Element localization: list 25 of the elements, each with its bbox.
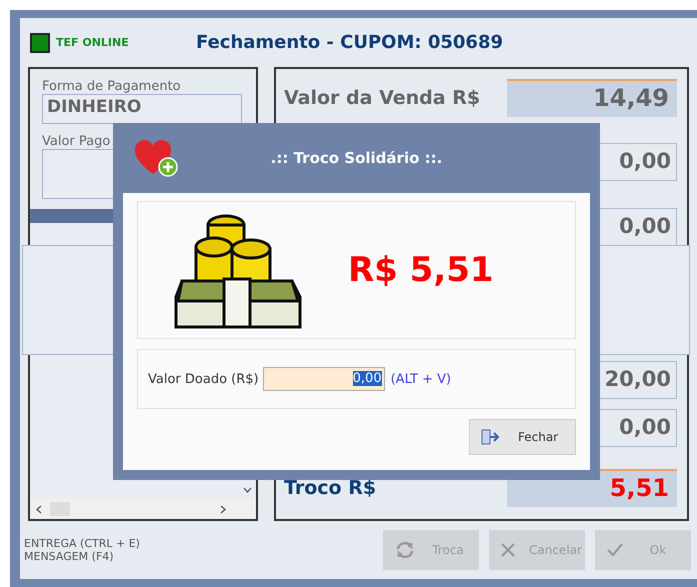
shortcut-hint: (ALT + V) bbox=[390, 372, 452, 386]
horizontal-scrollbar[interactable] bbox=[30, 499, 256, 519]
swap-icon bbox=[395, 541, 415, 559]
heart-plus-icon bbox=[133, 138, 179, 178]
window-title: Fechamento - CUPOM: 050689 bbox=[196, 32, 504, 53]
total-value: 14,49 bbox=[507, 79, 677, 117]
total-label: Valor da Venda R$ bbox=[284, 87, 480, 109]
check-icon bbox=[607, 543, 623, 557]
field-label: Forma de Pagamento bbox=[42, 79, 182, 94]
shortcut-hint: ENTREGA (CTRL + E) bbox=[24, 537, 140, 550]
status-label: TEF ONLINE bbox=[56, 36, 130, 49]
donation-amount-field[interactable]: 0,00 bbox=[262, 367, 385, 391]
field-label: Valor Doado (R$) bbox=[148, 372, 259, 386]
payment-method-field[interactable]: DINHEIRO bbox=[42, 94, 242, 124]
close-button[interactable]: Fechar bbox=[469, 419, 576, 455]
shortcut-hint: MENSAGEM (F4) bbox=[24, 550, 115, 563]
chevron-down-icon bbox=[243, 487, 252, 493]
dialog-title: .:: Troco Solidário ::. bbox=[270, 149, 442, 167]
chevron-left-icon bbox=[36, 504, 42, 514]
close-icon bbox=[501, 543, 515, 557]
change-amount: R$ 5,51 bbox=[348, 250, 494, 290]
field-label: Valor Pago bbox=[42, 134, 112, 149]
total-label: Troco R$ bbox=[284, 477, 376, 499]
chevron-right-icon bbox=[220, 504, 226, 514]
exit-door-icon bbox=[480, 429, 500, 445]
